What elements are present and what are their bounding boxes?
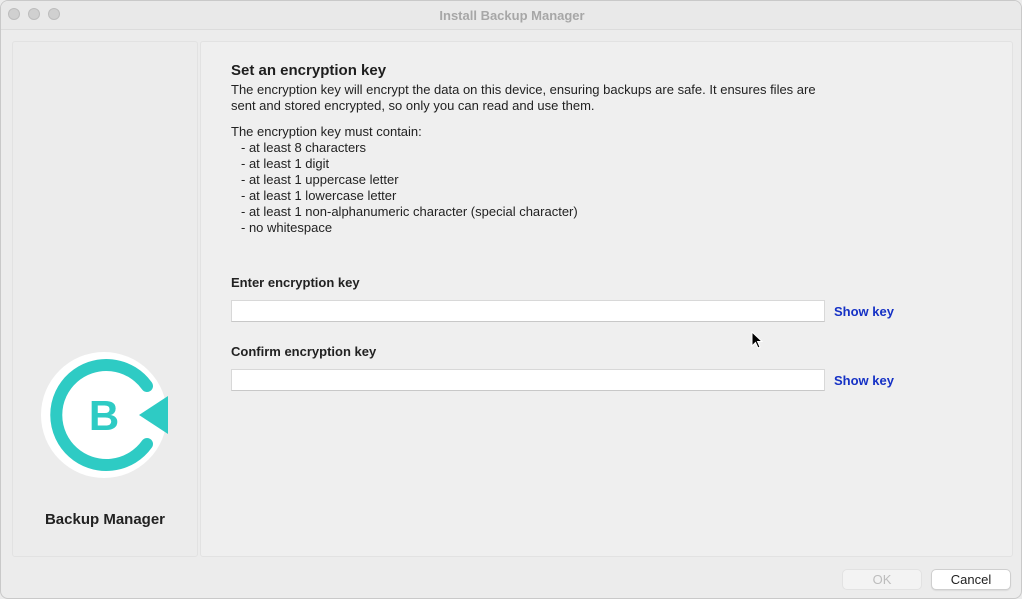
title-bar: Install Backup Manager: [1, 1, 1021, 30]
window-title: Install Backup Manager: [439, 8, 585, 23]
logo-letter: B: [89, 392, 119, 439]
confirm-key-input[interactable]: [231, 369, 825, 391]
mouse-pointer-icon: [751, 330, 764, 354]
description-text: The encryption key will encrypt the data…: [231, 82, 816, 113]
requirements-title: The encryption key must contain:: [231, 124, 422, 139]
requirement-item: - at least 1 lowercase letter: [241, 188, 397, 203]
enter-key-input[interactable]: [231, 300, 825, 322]
ok-button[interactable]: OK: [842, 569, 922, 590]
requirements-list: - at least 8 characters - at least 1 dig…: [241, 140, 578, 236]
requirement-item: - no whitespace: [241, 220, 333, 235]
requirement-item: - at least 1 digit: [241, 156, 330, 171]
sidebar: B Backup Manager: [12, 41, 198, 557]
main-panel: Set an encryption key The encryption key…: [200, 41, 1013, 557]
show-key-link-enter[interactable]: Show key: [834, 304, 894, 319]
brand-name: Backup Manager: [44, 511, 166, 528]
cancel-button[interactable]: Cancel: [931, 569, 1011, 590]
installer-window: Install Backup Manager B Backup Manager …: [0, 0, 1022, 599]
requirement-item: - at least 8 characters: [241, 140, 366, 155]
requirement-item: - at least 1 non-alphanumeric character …: [241, 204, 578, 219]
confirm-key-label: Confirm encryption key: [231, 344, 377, 359]
requirement-item: - at least 1 uppercase letter: [241, 172, 399, 187]
page-title: Set an encryption key: [231, 62, 387, 79]
show-key-link-confirm[interactable]: Show key: [834, 373, 894, 388]
enter-key-label: Enter encryption key: [231, 275, 360, 290]
backup-manager-logo-icon: B: [41, 350, 171, 485]
